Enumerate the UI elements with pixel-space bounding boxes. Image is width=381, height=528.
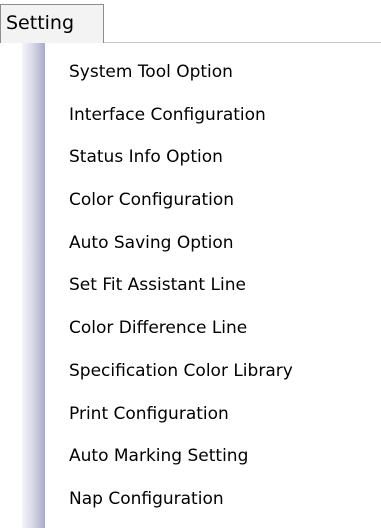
menu-item-specification-color-library[interactable]: Specification Color Library bbox=[0, 350, 381, 393]
menu-item-status-info-option[interactable]: Status Info Option bbox=[0, 136, 381, 179]
menubar: Setting bbox=[0, 0, 381, 44]
setting-menu[interactable]: Setting bbox=[0, 4, 104, 44]
menu-item-color-difference-line[interactable]: Color Difference Line bbox=[0, 307, 381, 350]
menu-item-set-fit-assistant-line[interactable]: Set Fit Assistant Line bbox=[0, 264, 381, 307]
menu-item-auto-saving-option[interactable]: Auto Saving Option bbox=[0, 222, 381, 265]
menu-item-interface-configuration[interactable]: Interface Configuration bbox=[0, 94, 381, 137]
menu-item-print-configuration[interactable]: Print Configuration bbox=[0, 393, 381, 436]
menu-item-nap-configuration[interactable]: Nap Configuration bbox=[0, 478, 381, 521]
menu-item-auto-marking-setting[interactable]: Auto Marking Setting bbox=[0, 435, 381, 478]
menu-item-system-tool-option[interactable]: System Tool Option bbox=[0, 51, 381, 94]
setting-dropdown: System Tool Option Interface Configurati… bbox=[0, 43, 381, 528]
menu-item-color-configuration[interactable]: Color Configuration bbox=[0, 179, 381, 222]
menu-list: System Tool Option Interface Configurati… bbox=[0, 51, 381, 521]
